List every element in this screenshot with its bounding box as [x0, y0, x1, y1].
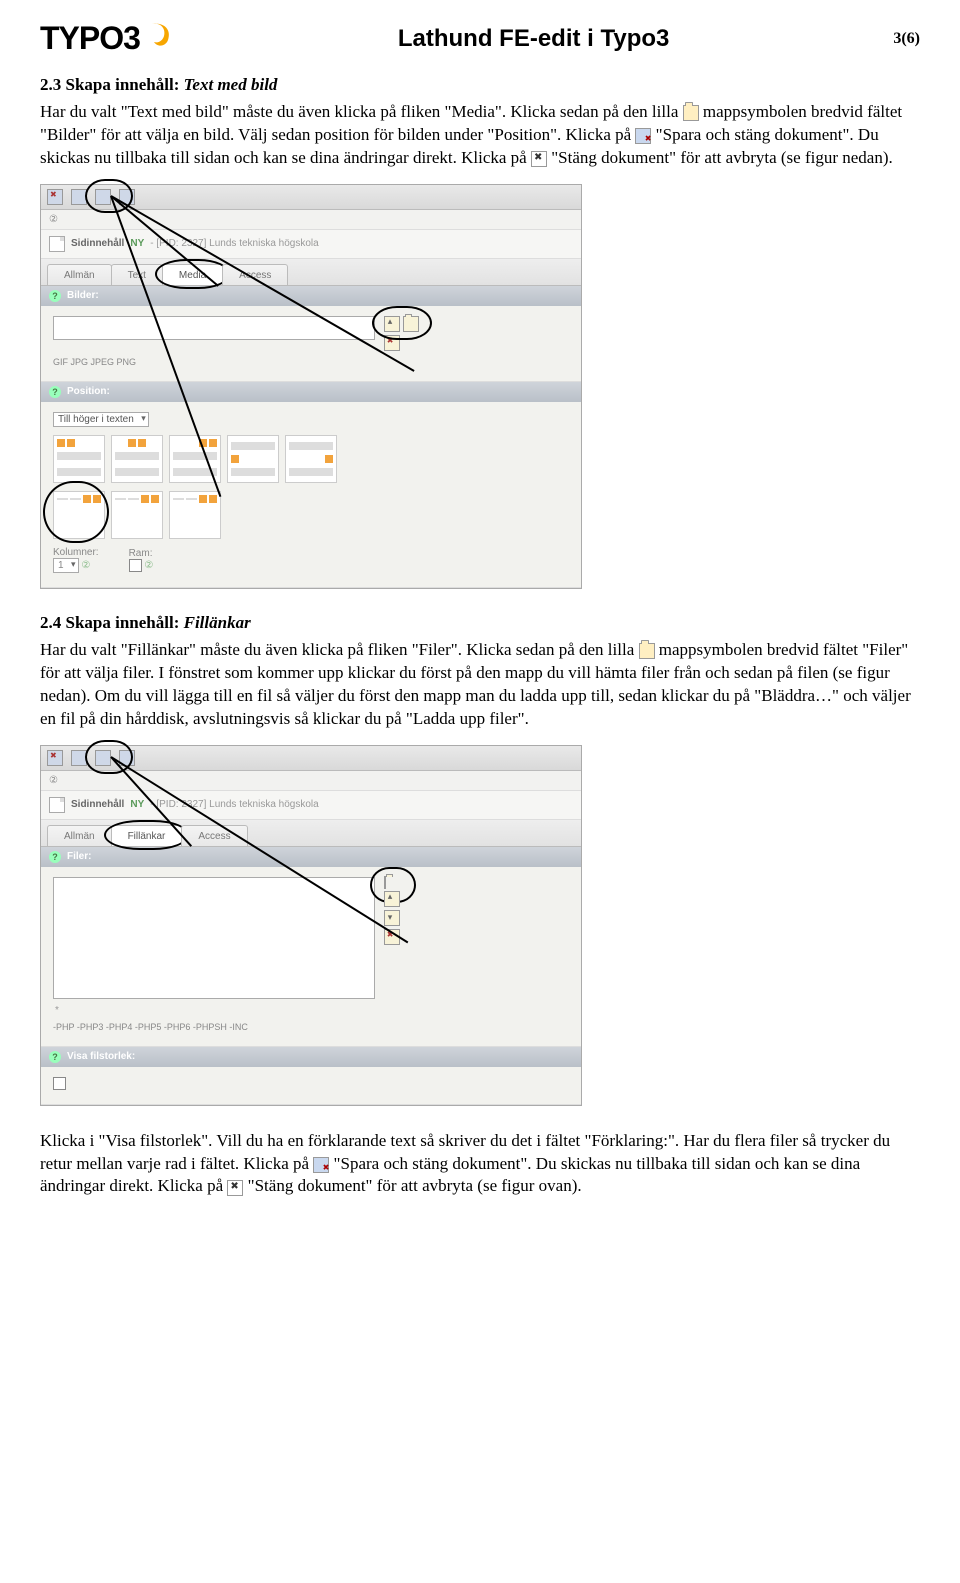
help-icon[interactable]: ? [49, 851, 61, 863]
panel-title-meta: - [PID: 2327] Lunds tekniska högskola [150, 799, 318, 810]
document-icon [49, 236, 65, 252]
doc-title: Lathund FE-edit i Typo3 [174, 25, 893, 53]
tab-bar: Allmän Fillänkar Access [41, 820, 581, 847]
field-body-visa [41, 1067, 581, 1105]
screenshot-media-panel: ② Sidinnehåll NY - [PID: 2327] Lunds tek… [40, 184, 582, 589]
logo-text: TYPO3 [40, 20, 140, 57]
field-label-visa: Visa filstorlek: [67, 1051, 135, 1062]
section-2-3-heading: 2.3 Skapa innehåll: Text med bild [40, 75, 920, 95]
filer-list-box[interactable] [53, 877, 375, 999]
field-header-visa: ? Visa filstorlek: [41, 1047, 581, 1067]
excluded-formats: -PHP -PHP3 -PHP4 -PHP5 -PHP6 -PHPSH -INC [53, 1022, 569, 1032]
position-select[interactable]: Till höger i texten [53, 412, 149, 427]
section-2-4-para: Har du valt "Fillänkar" måste du även kl… [40, 639, 920, 731]
save-close-icon [635, 128, 651, 144]
field-body-filer: ▾ * -PHP -PHP3 -PHP4 -PHP5 -PHP6 -PHPSH … [41, 867, 581, 1047]
allowed-formats: GIF JPG JPEG PNG [53, 357, 569, 367]
move-up-icon[interactable] [384, 891, 400, 907]
field-label-filer: Filer: [67, 851, 91, 862]
panel-title-new: NY [130, 799, 144, 810]
document-icon [49, 797, 65, 813]
section-2-3-para: Har du valt "Text med bild" måste du äve… [40, 101, 920, 170]
asterisk: * [55, 1005, 569, 1016]
field-label-position: Position: [67, 386, 110, 397]
tab-allman[interactable]: Allmän [47, 264, 112, 285]
field-header-bilder: ? Bilder: [41, 286, 581, 306]
panel-title-prefix: Sidinnehåll [71, 238, 124, 249]
help-icon[interactable]: ? [49, 1051, 61, 1063]
toolbar-close-icon[interactable] [47, 750, 63, 766]
screenshot-2-wrapper: ② Sidinnehåll NY - [PID: 2327] Lunds tek… [40, 745, 920, 1106]
help-row: ② [41, 771, 581, 790]
section-2-4-heading: 2.4 Skapa innehåll: Fillänkar [40, 613, 920, 633]
section-2-3-lead: 2.3 Skapa innehåll: [40, 75, 184, 94]
position-grid-row2 [53, 491, 569, 539]
remove-icon[interactable] [384, 335, 400, 351]
folder-icon [639, 643, 655, 659]
section-2-3-em: Text med bild [184, 75, 278, 94]
save-close-icon [313, 1157, 329, 1173]
doc-header: TYPO3 Lathund FE-edit i Typo3 3(6) [40, 20, 920, 57]
bilder-controls [384, 316, 419, 351]
closing-para: Klicka i "Visa filstorlek". Vill du ha e… [40, 1130, 920, 1199]
position-option[interactable] [285, 435, 337, 483]
move-up-icon[interactable] [384, 316, 400, 332]
visa-filstorlek-checkbox[interactable] [53, 1077, 66, 1090]
field-header-filer: ? Filer: [41, 847, 581, 867]
section-2-4-lead: 2.4 Skapa innehåll: [40, 613, 184, 632]
kolumner-ram-row: Kolumner: 1 ② Ram: ② [53, 547, 569, 573]
help-icon[interactable]: ? [49, 386, 61, 398]
toolbar-close-icon[interactable] [47, 189, 63, 205]
section-2-4-em: Fillänkar [184, 613, 251, 632]
field-body-bilder: GIF JPG JPEG PNG [41, 306, 581, 382]
position-option[interactable] [169, 491, 221, 539]
panel-title: Sidinnehåll NY - [PID: 2327] Lunds tekni… [41, 229, 581, 259]
screenshot-filer-panel: ② Sidinnehåll NY - [PID: 2327] Lunds tek… [40, 745, 582, 1106]
close-icon [227, 1180, 243, 1196]
field-header-position: ? Position: [41, 382, 581, 402]
ram-checkbox[interactable] [129, 559, 142, 572]
position-grid-row1 [53, 435, 569, 483]
tab-fillankar[interactable]: Fillänkar [111, 825, 183, 846]
field-body-position: Till höger i texten Kolumner: 1 ② Ram: ② [41, 402, 581, 588]
help-icon[interactable]: ? [49, 290, 61, 302]
position-option[interactable] [111, 491, 163, 539]
browse-folder-icon[interactable] [403, 316, 419, 332]
logo-mark-icon [146, 22, 174, 55]
annotation-circle-save [85, 740, 133, 774]
position-option[interactable] [53, 435, 105, 483]
kolumner-label: Kolumner: [53, 547, 99, 558]
panel-title-prefix: Sidinnehåll [71, 799, 124, 810]
logo: TYPO3 [40, 20, 174, 57]
kolumner-select[interactable]: 1 [53, 558, 79, 573]
panel-title-new: NY [130, 238, 144, 249]
panel-title-meta: - [PID: 2327] Lunds tekniska högskola [150, 238, 318, 249]
screenshot-1-wrapper: ② Sidinnehåll NY - [PID: 2327] Lunds tek… [40, 184, 920, 589]
page-number: 3(6) [893, 30, 920, 48]
field-label-bilder: Bilder: [67, 290, 99, 301]
close-icon [531, 151, 547, 167]
move-down-icon[interactable]: ▾ [384, 910, 400, 926]
tab-allman[interactable]: Allmän [47, 825, 112, 846]
position-option[interactable] [227, 435, 279, 483]
ram-label: Ram: [129, 548, 153, 559]
panel-title: Sidinnehåll NY - [PID: 2327] Lunds tekni… [41, 790, 581, 820]
tab-bar: Allmän Text Media Access [41, 259, 581, 286]
folder-icon [683, 105, 699, 121]
position-option[interactable] [111, 435, 163, 483]
annotation-circle-position [43, 481, 109, 543]
